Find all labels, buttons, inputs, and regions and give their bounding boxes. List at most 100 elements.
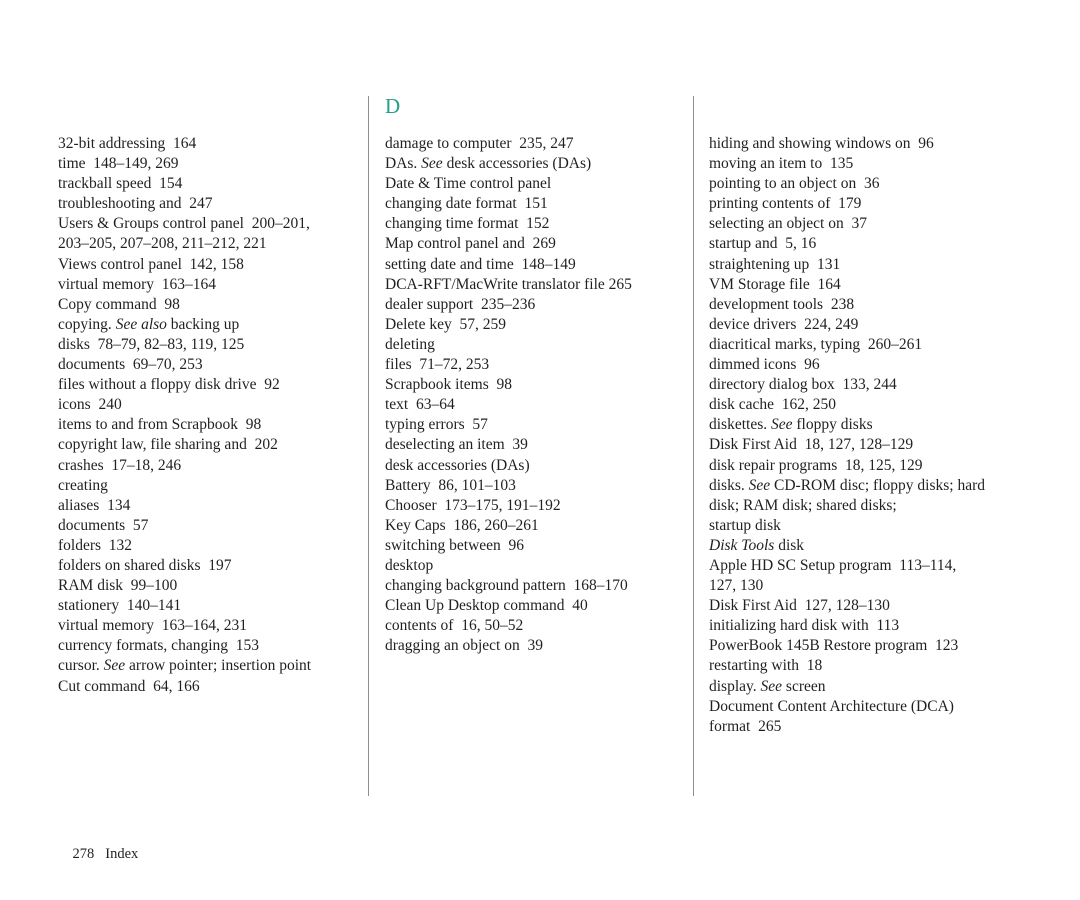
index-entry-text: Apple HD SC Setup program 113–114, [709, 556, 957, 574]
index-entry-text: contents of 16, 50–52 [385, 617, 524, 635]
index-entry: cursor. See arrow pointer; insertion poi… [58, 656, 358, 676]
index-entry: Map control panel and 269 [385, 234, 685, 254]
index-entry: documents 57 [58, 516, 358, 536]
index-entry: troubleshooting and 247 [58, 194, 358, 214]
index-entry-text: changing date format 151 [385, 195, 548, 213]
index-entry: initializing hard disk with 113 [709, 616, 1019, 636]
index-entry: selecting an object on 37 [709, 214, 1019, 234]
index-entry: items to and from Scrapbook 98 [58, 415, 358, 435]
index-entry: Disk First Aid 18, 127, 128–129 [709, 435, 1019, 455]
index-entry-text: time 148–149, 269 [58, 155, 179, 173]
index-entry: creating [58, 476, 358, 496]
letter-heading-d: D [385, 94, 401, 118]
index-cross-reference-marker: See [103, 657, 126, 675]
index-entry-text: switching between 96 [385, 536, 525, 554]
index-entry: changing background pattern 168–170 [385, 576, 685, 596]
index-entry-text: PowerBook 145B Restore program 123 [709, 637, 959, 655]
index-entry-text: disk repair programs 18, 125, 129 [709, 456, 923, 474]
index-cross-reference-marker: Disk Tools [709, 536, 775, 554]
index-entry: Disk Tools disk [709, 536, 1019, 556]
index-entry: Clean Up Desktop command 40 [385, 596, 685, 616]
index-entry-text: files without a floppy disk drive 92 [58, 376, 280, 394]
index-entry: switching between 96 [385, 536, 685, 556]
index-entry-text: restarting with 18 [709, 657, 823, 675]
index-entry-text-tail: disk [774, 536, 805, 554]
index-entry-text-tail: desk accessories (DAs) [442, 155, 592, 173]
index-entry-text: Scrapbook items 98 [385, 376, 512, 394]
index-entry: disk cache 162, 250 [709, 395, 1019, 415]
index-entry: files 71–72, 253 [385, 355, 685, 375]
index-entry: typing errors 57 [385, 415, 685, 435]
index-column-3: hiding and showing windows on 96 moving a… [709, 96, 1019, 737]
index-entry: startup disk [709, 516, 1019, 536]
index-entry-text: Disk First Aid 127, 128–130 [709, 597, 890, 615]
index-entry-text: documents 69–70, 253 [58, 356, 203, 374]
index-entry: disks. See CD-ROM disc; floppy disks; ha… [709, 476, 1019, 496]
index-entry-text-tail: CD-ROM disc; floppy disks; hard [770, 476, 985, 494]
index-entry-text: Cut command 64, 166 [58, 677, 200, 695]
index-entry: disk; RAM disk; shared disks; [709, 496, 1019, 516]
index-entry-text: Views control panel 142, 158 [58, 255, 244, 273]
index-entry: changing date format 151 [385, 194, 685, 214]
index-entry-text: Clean Up Desktop command 40 [385, 597, 588, 615]
index-entry: RAM disk 99–100 [58, 576, 358, 596]
index-entry-text: DCA-RFT/MacWrite translator file 265 [385, 275, 632, 293]
index-entry: startup and 5, 16 [709, 234, 1019, 254]
index-entry-text: disk; RAM disk; shared disks; [709, 496, 897, 514]
index-entry-list: damage to computer 235, 247 DAs. See desk… [385, 134, 685, 656]
index-entry-text: Document Content Architecture (DCA) [709, 697, 954, 715]
index-cross-reference-marker: See [421, 155, 443, 173]
index-entry-text: changing time format 152 [385, 215, 550, 233]
index-entry-list: 32-bit addressing 164 time 148–149, 269 tr… [58, 134, 358, 697]
index-entry-text: setting date and time 148–149 [385, 255, 576, 273]
index-entry: Document Content Architecture (DCA) [709, 697, 1019, 717]
index-entry: folders on shared disks 197 [58, 556, 358, 576]
index-entry: Cut command 64, 166 [58, 677, 358, 697]
index-entry-text: Date & Time control panel [385, 175, 552, 193]
index-entry: dimmed icons 96 [709, 355, 1019, 375]
index-entry: desktop [385, 556, 685, 576]
index-entry-text: Key Caps 186, 260–261 [385, 516, 539, 534]
index-entry: Battery 86, 101–103 [385, 476, 685, 496]
index-entry-text: straightening up 131 [709, 255, 841, 273]
index-entry: Delete key 57, 259 [385, 315, 685, 335]
index-entry: folders 132 [58, 536, 358, 556]
index-entry-text: Disk First Aid 18, 127, 128–129 [709, 436, 914, 454]
index-entry-text: selecting an object on 37 [709, 215, 867, 233]
index-entry-text: desktop [385, 556, 434, 574]
index-column-1: 32-bit addressing 164 time 148–149, 269 tr… [58, 96, 358, 697]
index-entry: Users & Groups control panel 200–201, [58, 214, 358, 234]
index-entry: Scrapbook items 98 [385, 375, 685, 395]
index-entry-text-tail: screen [782, 677, 826, 695]
index-entry-text: hiding and showing windows on 96 [709, 135, 934, 152]
page-footer: 278 Index [58, 827, 139, 881]
index-entry-text: trackball speed 154 [58, 175, 183, 193]
index-entry: deleting [385, 335, 685, 355]
index-entry-text: 203–205, 207–208, 211–212, 221 [58, 235, 267, 253]
index-entry: Key Caps 186, 260–261 [385, 516, 685, 536]
index-entry-text: dragging an object on 39 [385, 637, 543, 655]
index-entry-text: damage to computer 235, 247 [385, 135, 574, 152]
index-entry-text: changing background pattern 168–170 [385, 577, 628, 595]
index-entry-text-tail: floppy disks [792, 416, 873, 434]
index-entry-text: startup disk [709, 516, 781, 534]
index-entry-text: files 71–72, 253 [385, 356, 490, 374]
index-entry-text: documents 57 [58, 516, 149, 534]
index-entry: disks 78–79, 82–83, 119, 125 [58, 335, 358, 355]
index-entry: diskettes. See floppy disks [709, 415, 1019, 435]
index-entry: directory dialog box 133, 244 [709, 375, 1019, 395]
index-entry-text: device drivers 224, 249 [709, 315, 859, 333]
index-entry: text 63–64 [385, 395, 685, 415]
index-entry-text: Users & Groups control panel 200–201, [58, 215, 310, 233]
index-entry: icons 240 [58, 395, 358, 415]
index-entry-text: startup and 5, 16 [709, 235, 817, 253]
index-entry: 32-bit addressing 164 [58, 134, 358, 154]
running-head: Index [105, 846, 139, 862]
index-entry-text: disk cache 162, 250 [709, 396, 836, 414]
index-entry-text: Map control panel and 269 [385, 235, 556, 253]
index-entry-text: disks. [709, 476, 749, 494]
index-entry-text: cursor. [58, 657, 104, 675]
index-column-2: D damage to computer 235, 247 DAs. See de… [385, 96, 685, 656]
index-entry: pointing to an object on 36 [709, 174, 1019, 194]
index-entry-text: 32-bit addressing 164 [58, 135, 197, 152]
